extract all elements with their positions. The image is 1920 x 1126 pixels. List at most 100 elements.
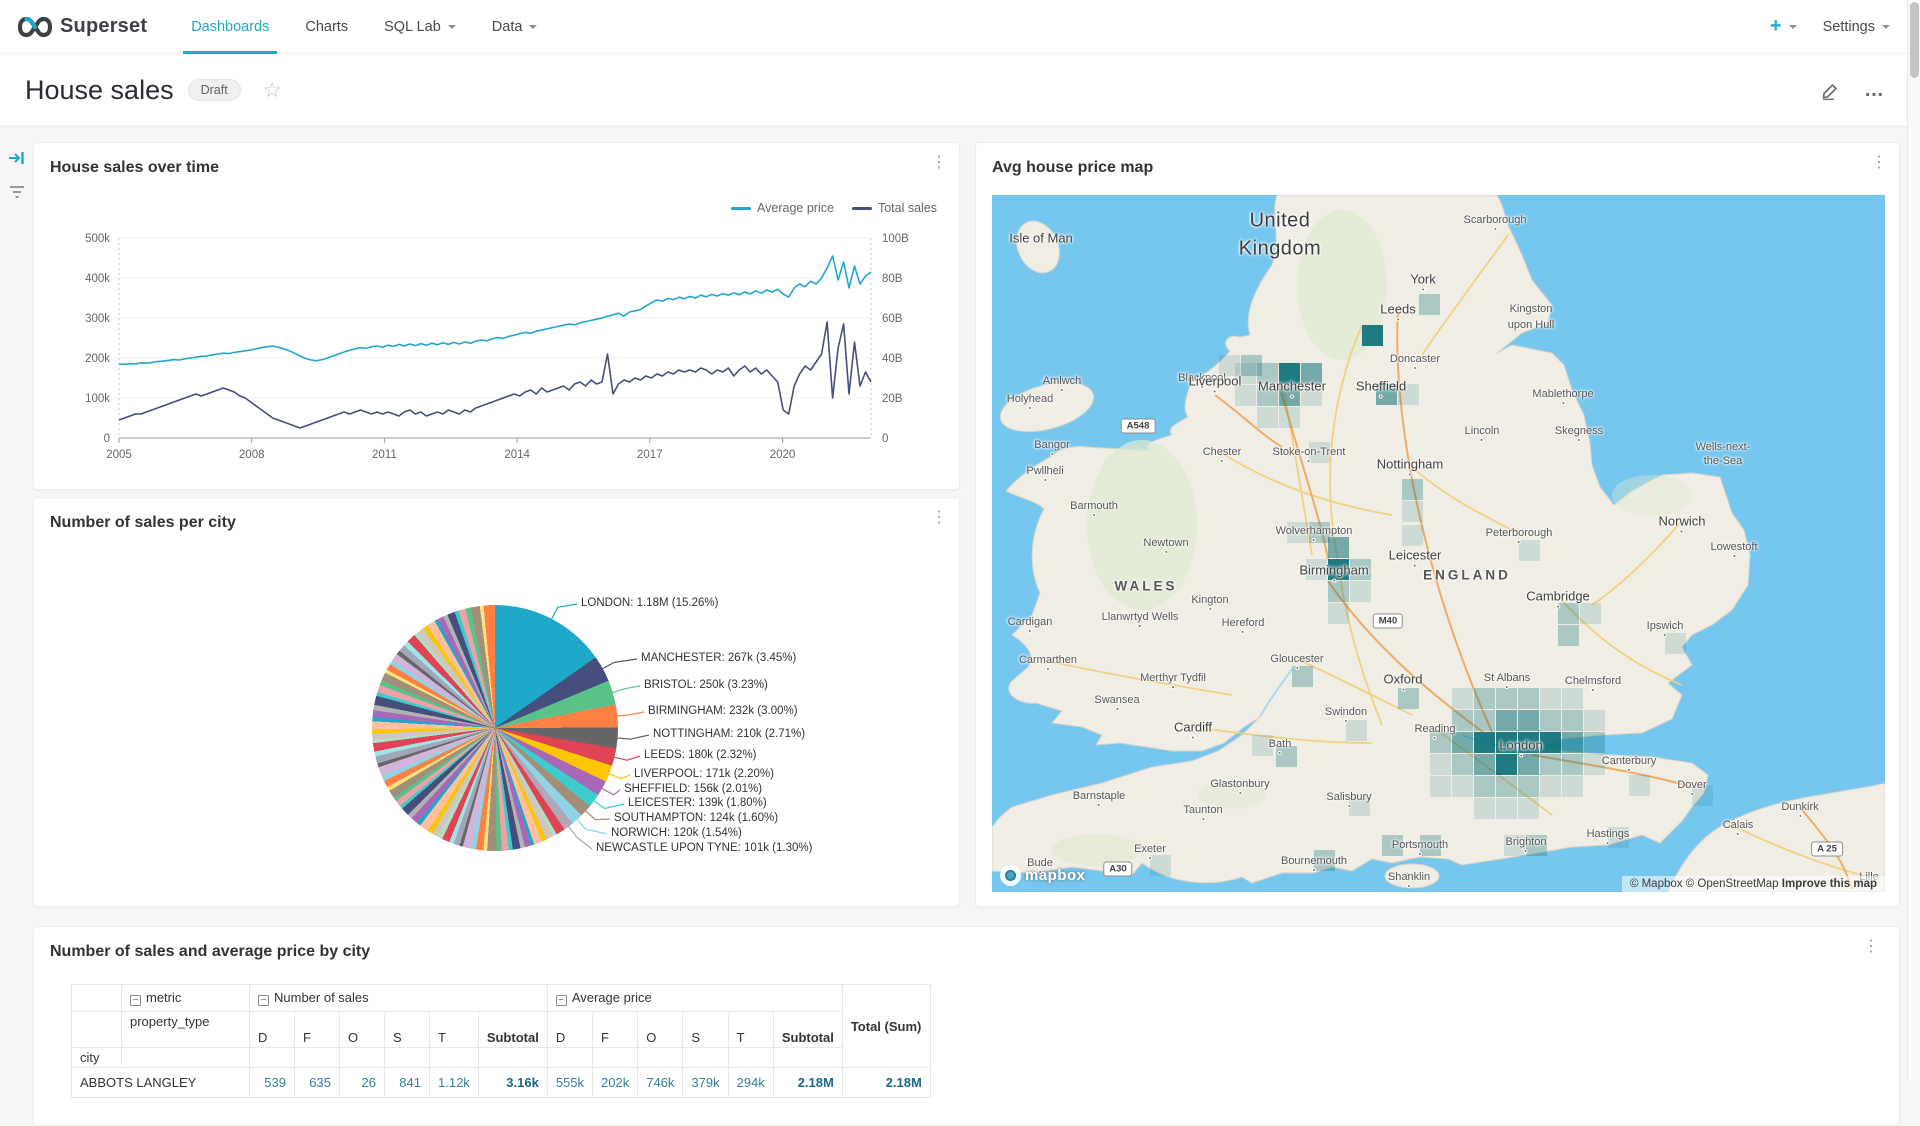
road-badge: A 25 [1811,842,1843,857]
road-badge: A30 [1103,862,1132,877]
chart-options-kebab-icon[interactable]: ⋮ [931,155,947,171]
collapse-icon[interactable]: − [556,995,567,1006]
heat-cell [1540,754,1561,775]
improve-map-link[interactable]: Improve this map [1782,878,1877,890]
heat-cell [1518,710,1539,731]
col-header-F: F [295,1012,340,1048]
metric-header[interactable]: −metric [122,985,250,1012]
page-title: House sales [25,75,174,106]
map-label-dot [1407,884,1411,888]
more-actions-icon[interactable]: … [1864,85,1886,95]
nav-item-sql-lab[interactable]: SQL Lab [366,0,474,54]
filter-icon[interactable] [8,184,26,205]
superset-logo[interactable]: Superset [0,15,173,38]
chart-options-kebab-icon[interactable]: ⋮ [1871,155,1887,171]
cell-value: 2.18M [773,1068,842,1098]
map-label: Doncaster [1390,353,1440,365]
map-label: Cardiff [1174,720,1212,735]
map-label: Lowestoft [1710,541,1757,553]
svg-text:0: 0 [104,433,110,445]
map-label: Swansea [1094,694,1139,706]
blank-cell [340,1048,385,1068]
mapbox-logo[interactable]: mapbox [1000,865,1086,886]
table-row: ABBOTS LANGLEY539635268411.12k3.16k555k2… [72,1068,931,1098]
map-label-dot [1241,630,1245,634]
chevron-down-icon [1789,25,1797,29]
page-scrollbar[interactable] [1907,0,1920,1080]
map-label: Dover [1677,779,1706,791]
map-label-dot [1408,473,1412,477]
map-label: Birmingham [1299,563,1368,578]
navbar-right: + Settings [1770,15,1920,38]
nav-item-charts[interactable]: Charts [287,0,366,54]
status-badge: Draft [188,79,241,101]
map-label: Lincoln [1465,425,1500,437]
map-label: Cardigan [1008,616,1053,628]
map-label: Taunton [1183,804,1222,816]
edit-pencil-icon[interactable] [1821,81,1840,100]
map-label-dot [1028,629,1032,633]
map-label: York [1410,272,1436,287]
nav-item-dashboards[interactable]: Dashboards [173,0,287,54]
heat-cell [1402,501,1423,522]
col-header-D: D [547,1012,592,1048]
heat-cell [1452,732,1473,753]
pie-slice-label: BIRMINGHAM: 232k (3.00%) [648,705,798,717]
blank-cell [385,1048,430,1068]
collapse-icon[interactable]: − [258,995,269,1006]
map-label-dot [1201,817,1205,821]
map-label: Holyhead [1007,393,1053,405]
map-label-dot [1680,530,1684,534]
attribution-text[interactable]: © Mapbox © OpenStreetMap [1630,878,1779,890]
infinity-logo-icon [18,16,52,38]
main-nav: DashboardsChartsSQL LabData [173,0,555,54]
map-label-dot [1433,736,1437,740]
metric-group-header[interactable]: −Average price [547,985,842,1012]
map-label: Mablethorpe [1532,388,1593,400]
map-label-dot [1050,452,1054,456]
chart-options-kebab-icon[interactable]: ⋮ [931,510,947,526]
chevron-down-icon [529,25,537,29]
map-label-dot [1690,792,1694,796]
map-label: Kington [1191,594,1228,606]
svg-text:60B: 60B [882,313,903,325]
scrollbar-thumb[interactable] [1910,2,1919,78]
map-label-dot [1208,607,1212,611]
heat-cell [1584,710,1605,731]
map-label: Kingdom [1239,238,1321,261]
line-chart[interactable]: 00100k20B200k40B300k60B400k80B500k100B20… [34,203,961,488]
new-item-button[interactable]: + [1770,15,1797,38]
pivot-table-grid: −metric−Number of sales−Average priceTot… [71,984,931,1098]
expand-filter-bar-icon[interactable] [8,150,26,171]
pie-chart[interactable] [372,605,618,851]
favorite-star-icon[interactable]: ☆ [263,78,282,103]
svg-text:100k: 100k [85,393,110,405]
col-header-Subtotal: Subtotal [478,1012,547,1048]
svg-text:80B: 80B [882,273,903,285]
map-label: Reading [1415,723,1456,735]
chart-options-kebab-icon[interactable]: ⋮ [1863,939,1879,955]
line-chart-svg: 00100k20B200k40B300k60B400k80B500k100B20… [34,203,961,488]
map-label: Amlwch [1043,375,1082,387]
mapbox-map[interactable]: UnitedKingdomIsle of ManScarboroughYorkL… [992,195,1885,892]
chart-title: Number of sales and average price by cit… [50,943,370,961]
map-label: Sheffield [1356,379,1406,394]
cell-value: 1.12k [430,1068,479,1098]
map-label: Kingston [1510,303,1553,315]
pivot-table[interactable]: −metric−Number of sales−Average priceTot… [71,984,931,1098]
blank-cell [683,1048,728,1068]
cell-value: 202k [593,1068,638,1098]
collapse-icon[interactable]: − [130,995,141,1006]
heat-cell [1279,407,1300,428]
map-label: the-Sea [1704,455,1743,467]
heat-cell [1665,633,1686,654]
nav-item-data[interactable]: Data [474,0,556,54]
map-label-dot [1148,856,1152,860]
heat-cell [1452,754,1473,775]
map-label: upon Hull [1508,319,1554,331]
map-label: Calais [1723,819,1754,831]
metric-group-header[interactable]: −Number of sales [250,985,548,1012]
heat-cell [1496,798,1517,819]
heat-cell [1562,776,1583,797]
settings-menu[interactable]: Settings [1823,19,1890,35]
